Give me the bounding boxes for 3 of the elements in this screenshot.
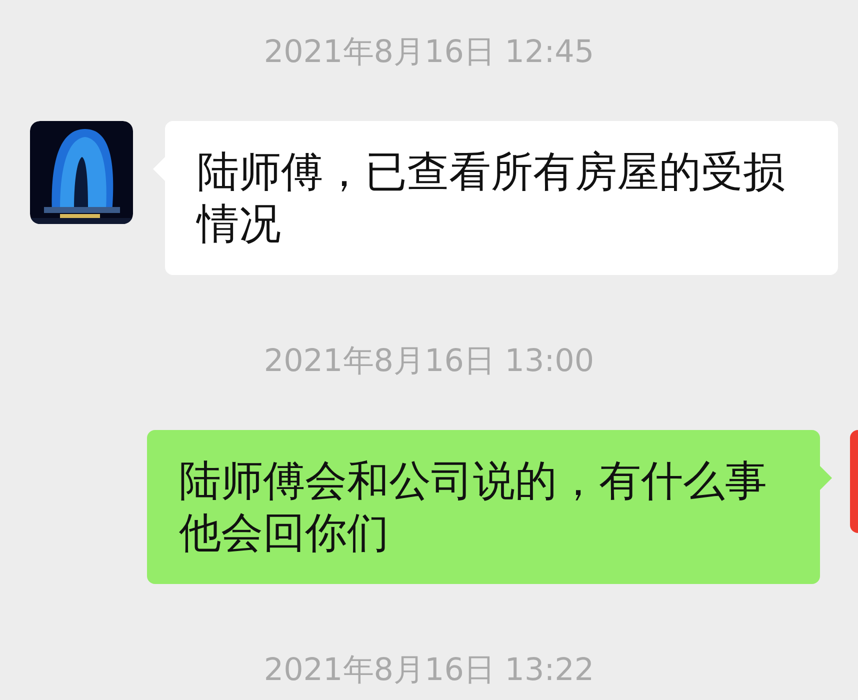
timestamp: 2021年8月16日 13:22 (264, 651, 594, 690)
timestamp: 2021年8月16日 13:00 (264, 342, 594, 381)
timestamp: 2021年8月16日 12:45 (264, 33, 594, 72)
